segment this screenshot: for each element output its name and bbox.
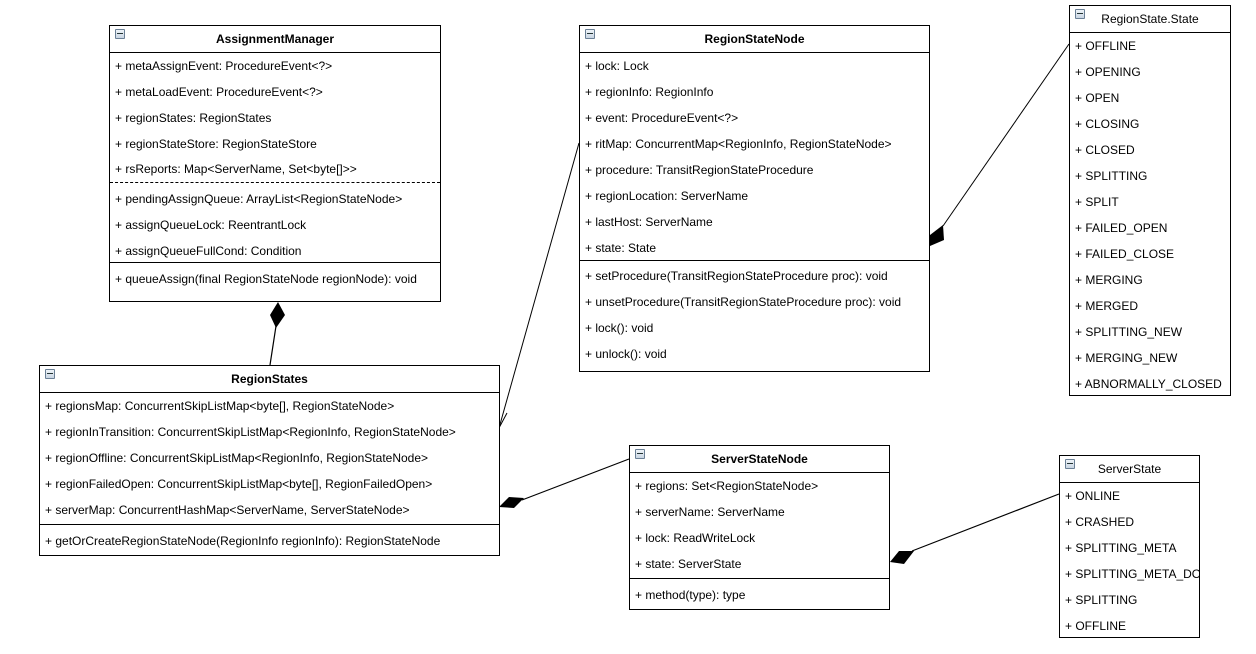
collapse-icon[interactable] (585, 29, 595, 39)
attribute: + regionInTransition: ConcurrentSkipList… (45, 425, 456, 439)
enum-value: + SPLIT (1075, 195, 1119, 209)
collapse-icon[interactable] (635, 449, 645, 459)
collapse-icon[interactable] (45, 369, 55, 379)
attribute: + regionStateStore: RegionStateStore (115, 137, 317, 151)
method: + queueAssign(final RegionStateNode regi… (115, 272, 417, 286)
collapse-icon[interactable] (1075, 9, 1085, 19)
enum-region-state-state[interactable]: RegionState.State + OFFLINE + OPENING + … (1069, 5, 1231, 396)
method: + setProcedure(TransitRegionStateProcedu… (585, 269, 888, 283)
enum-value: + ABNORMALLY_CLOSED (1075, 377, 1222, 391)
attribute: + lock: ReadWriteLock (635, 531, 756, 545)
attribute: + procedure: TransitRegionStateProcedure (585, 163, 814, 177)
enum-value: + OFFLINE (1075, 39, 1137, 53)
enum-value: + FAILED_CLOSE (1075, 247, 1175, 261)
composition-line-rs-ssn (521, 458, 630, 501)
attribute: + state: ServerState (635, 557, 742, 571)
class-header: ServerState (1060, 456, 1199, 483)
attribute: + state: State (585, 241, 657, 255)
composition-diamond-icon (890, 551, 914, 564)
enum-value: + SPLITTING_META_DONE (1065, 567, 1199, 581)
attribute: + regionOffline: ConcurrentSkipListMap<R… (45, 451, 429, 465)
enum-value: + CLOSING (1075, 117, 1140, 131)
class-header: RegionStateNode (580, 26, 929, 53)
enum-value: + ONLINE (1065, 489, 1121, 503)
enum-value: + SPLITTING_META (1065, 541, 1177, 555)
divider (580, 260, 929, 261)
attribute: + regionStates: RegionStates (115, 111, 272, 125)
attribute: + regionFailedOpen: ConcurrentSkipListMa… (45, 477, 433, 491)
composition-diamond-icon (499, 497, 524, 508)
attribute: + pendingAssignQueue: ArrayList<RegionSt… (115, 192, 403, 206)
composition-diamond-icon (270, 302, 285, 328)
attribute: + metaLoadEvent: ProcedureEvent<?> (115, 85, 323, 99)
association-line-rsn-regionstates (498, 142, 580, 429)
enum-value: + SPLITTING_NEW (1075, 325, 1183, 339)
enum-value: + OPENING (1075, 65, 1141, 79)
class-region-states[interactable]: RegionStates + regionsMap: ConcurrentSki… (39, 365, 500, 556)
method: + unlock(): void (585, 347, 667, 361)
attribute: + regionInfo: RegionInfo (585, 85, 714, 99)
enum-value: + CLOSED (1075, 143, 1135, 157)
enum-server-state[interactable]: ServerState + ONLINE + CRASHED + SPLITTI… (1059, 455, 1200, 638)
enum-value: + OFFLINE (1065, 619, 1127, 633)
attribute: + regionLocation: ServerName (585, 189, 749, 203)
enum-value: + MERGING (1075, 273, 1143, 287)
attribute: + serverMap: ConcurrentHashMap<ServerNam… (45, 503, 410, 517)
class-name: AssignmentManager (215, 32, 335, 46)
attribute: + regions: Set<RegionStateNode> (635, 479, 819, 493)
class-header: RegionStates (40, 366, 499, 393)
class-header: ServerStateNode (630, 446, 889, 473)
composition-diamond-icon (930, 225, 944, 246)
class-header: AssignmentManager (110, 26, 440, 53)
divider (110, 262, 440, 263)
class-name: ServerState (1097, 462, 1162, 476)
composition-line-am-regionstates (269, 325, 277, 366)
class-name: RegionState.State (1101, 12, 1199, 26)
composition-line-rsn-state (942, 43, 1070, 227)
attribute: + ritMap: ConcurrentMap<RegionInfo, Regi… (585, 137, 892, 151)
method: + getOrCreateRegionStateNode(RegionInfo … (45, 534, 441, 548)
divider (630, 578, 889, 579)
class-header: RegionState.State (1070, 6, 1230, 33)
method: + lock(): void (585, 321, 654, 335)
enum-value: + CRASHED (1065, 515, 1135, 529)
enum-value: + MERGED (1075, 299, 1139, 313)
attribute: + event: ProcedureEvent<?> (585, 111, 739, 125)
collapse-icon[interactable] (115, 29, 125, 39)
attribute: + assignQueueLock: ReentrantLock (115, 218, 307, 232)
class-name: RegionStates (231, 372, 308, 386)
attribute: + regionsMap: ConcurrentSkipListMap<byte… (45, 399, 395, 413)
attribute: + lock: Lock (585, 59, 649, 73)
method: + unsetProcedure(TransitRegionStateProce… (585, 295, 902, 309)
attribute: + serverName: ServerName (635, 505, 785, 519)
attribute: + assignQueueFullCond: Condition (115, 244, 302, 258)
class-assignment-manager[interactable]: AssignmentManager + metaAssignEvent: Pro… (109, 25, 441, 302)
dashed-divider (110, 182, 440, 183)
attribute: + rsReports: Map<ServerName, Set<byte[]>… (115, 162, 357, 176)
method: + method(type): type (635, 588, 746, 602)
class-region-state-node[interactable]: RegionStateNode + lock: Lock + regionInf… (579, 25, 930, 372)
class-name: ServerStateNode (711, 452, 808, 466)
class-name: RegionStateNode (704, 32, 805, 46)
divider (40, 524, 499, 525)
enum-value: + FAILED_OPEN (1075, 221, 1168, 235)
enum-value: + MERGING_NEW (1075, 351, 1178, 365)
attribute: + metaAssignEvent: ProcedureEvent<?> (115, 59, 333, 73)
collapse-icon[interactable] (1065, 459, 1075, 469)
attribute: + lastHost: ServerName (585, 215, 713, 229)
enum-value: + SPLITTING (1075, 169, 1148, 183)
enum-value: + OPEN (1075, 91, 1120, 105)
enum-value: + SPLITTING (1065, 593, 1138, 607)
composition-line-ssn-serverstate (911, 493, 1060, 552)
class-server-state-node[interactable]: ServerStateNode + regions: Set<RegionSta… (629, 445, 890, 610)
